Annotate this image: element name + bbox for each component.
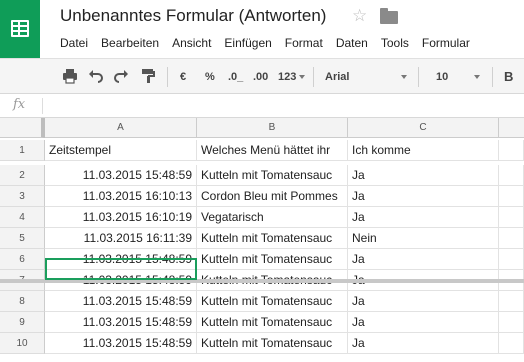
undo-icon[interactable] [88, 68, 104, 86]
table-cell[interactable]: Nein [348, 228, 499, 249]
table-cell[interactable]: Ja [348, 291, 499, 312]
menu-bearbeiten[interactable]: Bearbeiten [101, 36, 159, 52]
more-formats-button[interactable]: 123 [278, 68, 306, 86]
menu-bar: Datei Bearbeiten Ansicht Einfügen Format… [60, 36, 483, 52]
empty-cell[interactable] [499, 291, 524, 312]
paint-format-icon[interactable] [140, 68, 156, 86]
font-family-value: Arial [325, 71, 350, 83]
folder-icon[interactable] [380, 8, 398, 24]
row-header[interactable]: 6 [0, 249, 45, 270]
header-cell[interactable]: Zeitstempel [45, 140, 197, 161]
row-header[interactable]: 1 [0, 140, 45, 161]
table-cell[interactable]: Kutteln mit Tomatensauc [197, 249, 348, 270]
table-cell[interactable]: Ja [348, 312, 499, 333]
menu-einfuegen[interactable]: Einfügen [224, 36, 271, 52]
empty-cell[interactable] [499, 228, 524, 249]
currency-format-button[interactable]: € [180, 68, 186, 86]
formula-bar: fx [0, 94, 524, 118]
column-header-b[interactable]: B [197, 118, 348, 138]
table-cell[interactable]: Ja [348, 207, 499, 228]
empty-cell[interactable] [499, 207, 524, 228]
row-header[interactable]: 9 [0, 312, 45, 333]
table-cell[interactable]: Ja [348, 165, 499, 186]
menu-formular[interactable]: Formular [422, 36, 470, 52]
table-cell[interactable]: Kutteln mit Tomatensauc [197, 165, 348, 186]
table-cell[interactable]: Cordon Bleu mit Pommes [197, 186, 348, 207]
row-header[interactable]: 2 [0, 165, 45, 186]
table-cell[interactable]: Ja [348, 249, 499, 270]
chevron-down-icon [299, 75, 306, 80]
table-cell[interactable]: Kutteln mit Tomatensauc [197, 312, 348, 333]
table-cell[interactable]: Kutteln mit Tomatensauc [197, 333, 348, 354]
table-cell[interactable]: 11.03.2015 15:48:59 [45, 165, 197, 186]
menu-ansicht[interactable]: Ansicht [172, 36, 211, 52]
more-formats-label: 123 [278, 71, 297, 83]
increase-decimals-button[interactable]: .00 [253, 68, 268, 86]
empty-cell[interactable] [499, 186, 524, 207]
table-cell[interactable]: 11.03.2015 15:48:59 [45, 249, 197, 270]
percent-format-button[interactable]: % [205, 68, 215, 86]
empty-cell[interactable] [499, 312, 524, 333]
menu-datei[interactable]: Datei [60, 36, 88, 52]
table-cell[interactable]: 11.03.2015 16:10:19 [45, 207, 197, 228]
menu-format[interactable]: Format [285, 36, 323, 52]
menu-tools[interactable]: Tools [381, 36, 409, 52]
toolbar: € % .0_ .00 123 Arial 10 B [0, 58, 524, 94]
row-header[interactable]: 4 [0, 207, 45, 228]
table-cell[interactable]: 11.03.2015 15:48:59 [45, 291, 197, 312]
table-cell[interactable]: Vegatarisch [197, 207, 348, 228]
row-header[interactable]: 5 [0, 228, 45, 249]
star-icon[interactable]: ☆ [352, 6, 367, 26]
sheets-logo-icon[interactable] [0, 0, 40, 58]
empty-cell[interactable] [499, 333, 524, 354]
empty-cell[interactable] [499, 165, 524, 186]
font-size-value: 10 [436, 71, 449, 83]
table-cell[interactable]: 11.03.2015 16:11:39 [45, 228, 197, 249]
document-title[interactable]: Unbenanntes Formular (Antworten) [60, 6, 326, 26]
table-cell[interactable]: 11.03.2015 15:48:59 [45, 312, 197, 333]
font-size-select[interactable]: 10 [436, 68, 480, 86]
row-header[interactable]: 10 [0, 333, 45, 354]
row-header[interactable]: 3 [0, 186, 45, 207]
table-cell[interactable]: 11.03.2015 16:10:13 [45, 186, 197, 207]
spreadsheet-grid: A B C 1 Zeitstempel Welches Menü hättet ih… [0, 118, 524, 362]
menu-daten[interactable]: Daten [336, 36, 368, 52]
empty-cell[interactable] [499, 140, 524, 161]
font-family-select[interactable]: Arial [325, 68, 407, 86]
table-cell[interactable]: Kutteln mit Tomatensauc [197, 291, 348, 312]
decrease-decimals-button[interactable]: .0_ [228, 68, 243, 86]
fx-icon: fx [13, 97, 26, 112]
app-header: Unbenanntes Formular (Antworten) ☆ Datei… [0, 0, 524, 58]
chevron-down-icon [401, 75, 407, 79]
select-all-corner[interactable] [0, 118, 45, 138]
table-cell[interactable]: Ja [348, 186, 499, 207]
formula-input[interactable] [48, 98, 520, 114]
table-cell[interactable]: Ja [348, 333, 499, 354]
bold-button[interactable]: B [504, 68, 513, 86]
table-cell[interactable]: Kutteln mit Tomatensauc [197, 228, 348, 249]
column-header-d[interactable] [499, 118, 524, 138]
header-cell[interactable]: Welches Menü hättet ihr [197, 140, 348, 161]
table-cell[interactable]: 11.03.2015 15:48:59 [45, 333, 197, 354]
column-header-c[interactable]: C [348, 118, 499, 138]
frozen-row-divider[interactable] [0, 279, 524, 283]
empty-cell[interactable] [499, 249, 524, 270]
chevron-down-icon [474, 75, 480, 79]
column-header-a[interactable]: A [45, 118, 197, 138]
row-header[interactable]: 8 [0, 291, 45, 312]
redo-icon[interactable] [113, 68, 129, 86]
print-icon[interactable] [62, 68, 78, 86]
header-cell[interactable]: Ich komme [348, 140, 499, 161]
